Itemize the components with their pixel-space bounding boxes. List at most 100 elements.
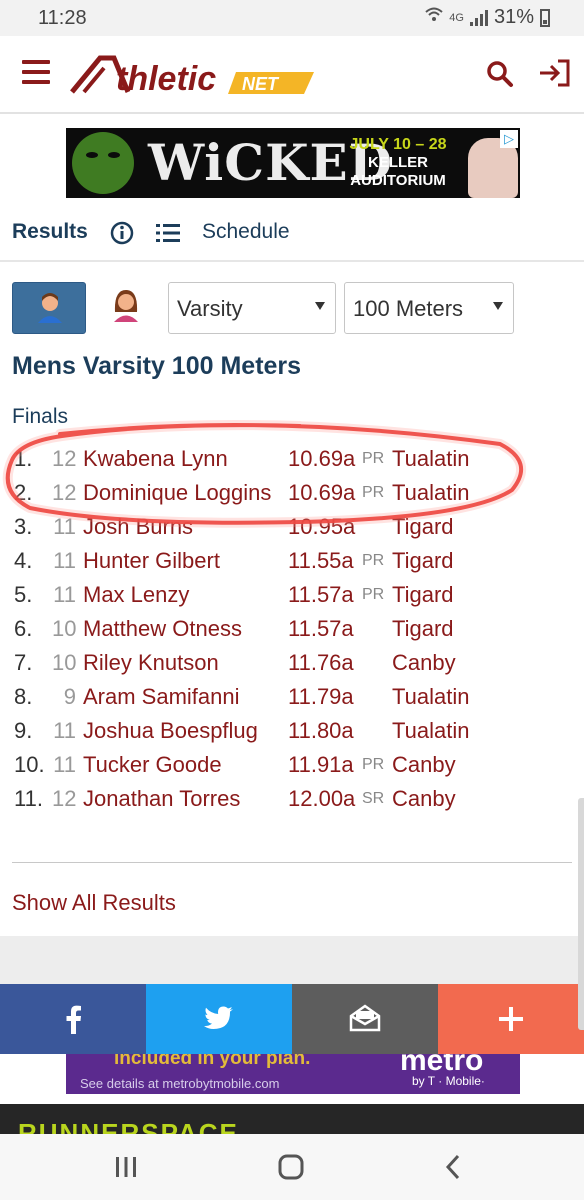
runnerspace-banner[interactable]: RUNNERSPACE [0,1104,584,1134]
share-twitter-button[interactable] [146,984,292,1054]
ad-metro-line1: included in your plan. [114,1054,311,1069]
level-select-value: Varsity [177,296,243,321]
ad-venue: KELLER AUDITORIUM [334,154,462,190]
results-tabs: Results Schedule [0,210,584,262]
ad-venue-line1: KELLER [368,154,428,171]
result-time-link[interactable]: 12.00a [288,782,355,816]
result-row: 3. 11 Josh Burns 10.95a Tigard [0,510,584,544]
result-athlete-link[interactable]: Joshua Boespflug [83,714,258,748]
divider [12,862,572,863]
result-team-link[interactable]: Tualatin [392,442,469,476]
result-place: 10. [14,752,45,777]
result-time-link[interactable]: 11.91a [288,748,354,782]
result-team-link[interactable]: Canby [392,646,456,680]
wifi-icon [425,6,443,29]
result-row: 6. 10 Matthew Otness 11.57a Tigard [0,612,584,646]
status-icons: 4G 31% [425,6,550,29]
section-finals: Finals [12,405,69,428]
result-row: 2. 12 Dominique Loggins 10.69a PR Tualatin [0,476,584,510]
result-time-link[interactable]: 10.69a [288,442,355,476]
scrollbar-handle[interactable] [578,798,584,1030]
ad-metro-brand-sub: by T · Mobile· [412,1074,485,1088]
result-place: 11. [14,786,43,811]
result-place: 7. [14,650,33,675]
twitter-icon [204,1006,233,1029]
chevron-down-icon [315,302,325,310]
ad-venue-line2: AUDITORIUM [350,172,446,189]
result-team-link[interactable]: Tigard [392,612,454,646]
result-time-link[interactable]: 10.69a [288,476,355,510]
result-row: 10. 11 Tucker Goode 11.91a PR Canby [0,748,584,782]
result-athlete-link[interactable]: Matthew Otness [83,612,242,646]
adchoices-icon[interactable]: ▷ [500,130,518,148]
tab-results[interactable]: Results [12,220,88,244]
home-icon[interactable] [277,1153,305,1181]
result-athlete-link[interactable]: Riley Knutson [83,646,219,680]
result-athlete-link[interactable]: Jonathan Torres [83,782,240,816]
search-icon[interactable] [486,60,514,88]
result-team-link[interactable]: Canby [392,782,456,816]
result-time-link[interactable]: 11.57a [288,612,354,646]
gender-female-button[interactable] [98,282,154,334]
result-athlete-link[interactable]: Aram Samifanni [83,680,240,714]
level-select[interactable]: Varsity [168,282,336,334]
list-icon[interactable] [156,222,180,244]
result-time-link[interactable]: 11.79a [288,680,354,714]
result-grade: 11 [53,548,76,573]
result-team-link[interactable]: Tigard [392,544,454,578]
result-grade: 9 [63,684,76,709]
result-place: 9. [14,718,33,743]
ad-dates: JULY 10 – 28 [349,136,447,153]
tab-schedule[interactable]: Schedule [202,220,290,244]
result-grade: 10 [52,616,77,641]
show-all-results-link[interactable]: Show All Results [12,890,176,916]
result-team-link[interactable]: Canby [392,748,456,782]
sign-in-icon[interactable] [538,58,572,88]
result-athlete-link[interactable]: Dominique Loggins [83,476,271,510]
runnerspace-text: RUNNERSPACE [18,1118,239,1134]
result-tag: PR [362,552,385,569]
athletic-net-logo[interactable]: thletic NET [70,54,320,96]
result-time-link[interactable]: 11.57a [288,578,354,612]
event-title: Mens Varsity 100 Meters [12,352,302,380]
result-team-link[interactable]: Tualatin [392,680,469,714]
result-team-link[interactable]: Tualatin [392,476,469,510]
result-grade: 11 [53,752,76,777]
result-grade: 12 [52,786,77,811]
result-athlete-link[interactable]: Josh Burns [83,510,193,544]
result-place: 5. [14,582,33,607]
result-team-link[interactable]: Tigard [392,510,454,544]
event-select[interactable]: 100 Meters [344,282,514,334]
result-time-link[interactable]: 11.55a [288,544,354,578]
gender-male-button[interactable] [12,282,86,334]
recent-apps-icon[interactable] [112,1154,140,1180]
result-athlete-link[interactable]: Tucker Goode [83,748,222,782]
result-grade: 12 [52,446,77,471]
info-icon[interactable] [110,221,134,245]
share-more-button[interactable] [438,984,584,1054]
result-team-link[interactable]: Tigard [392,578,454,612]
battery-icon [540,8,550,27]
result-row: 4. 11 Hunter Gilbert 11.55a PR Tigard [0,544,584,578]
ad-banner-wicked[interactable]: WiCKED JULY 10 – 28 KELLER AUDITORIUM ▷ [66,128,520,198]
hamburger-menu-icon[interactable] [22,60,50,84]
result-row: 7. 10 Riley Knutson 11.76a Canby [0,646,584,680]
system-nav-bar [0,1134,584,1200]
result-team-link[interactable]: Tualatin [392,714,469,748]
site-header: thletic NET [0,36,584,114]
event-select-value: 100 Meters [353,296,464,321]
share-email-button[interactable] [292,984,438,1054]
result-place: 3. [14,514,33,539]
result-athlete-link[interactable]: Max Lenzy [83,578,189,612]
result-athlete-link[interactable]: Kwabena Lynn [83,442,228,476]
share-facebook-button[interactable] [0,984,146,1054]
result-athlete-link[interactable]: Hunter Gilbert [83,544,220,578]
result-time-link[interactable]: 11.76a [288,646,354,680]
status-bar: 11:28 4G 31% [0,0,584,36]
result-time-link[interactable]: 10.95a [288,510,355,544]
back-icon[interactable] [440,1153,466,1181]
page: { "status_bar": { "time": "11:28", "netw… [0,0,584,1200]
ad-banner-metro[interactable]: included in your plan. See details at me… [66,1054,520,1094]
results-list: 1. 12 Kwabena Lynn 10.69a PR Tualatin 2. 12 Domi… [0,442,584,816]
result-time-link[interactable]: 11.80a [288,714,354,748]
